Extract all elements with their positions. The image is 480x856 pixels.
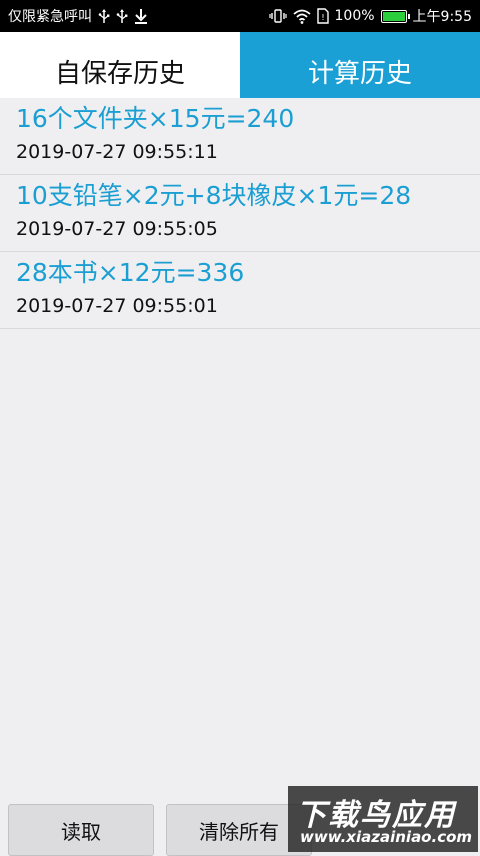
history-expression: 16个文件夹×15元=240 (16, 104, 295, 133)
svg-text:!: ! (321, 13, 324, 22)
usb-icon (98, 8, 110, 24)
wifi-icon (292, 9, 311, 24)
history-timestamp: 2019-07-27 09:55:11 (16, 141, 218, 163)
vibrate-icon (268, 8, 287, 24)
list-item[interactable]: 16个文件夹×15元=240 2019-07-27 09:55:11 (0, 98, 480, 175)
download-icon (134, 8, 148, 24)
status-bar-left: 仅限紧急呼叫 (8, 0, 148, 32)
sim-icon: ! (316, 8, 329, 24)
history-timestamp: 2019-07-27 09:55:01 (16, 295, 218, 317)
battery-icon (380, 9, 410, 23)
list-item[interactable]: 10支铅笔×2元+8块橡皮×1元=28 2019-07-27 09:55:05 (0, 175, 480, 252)
clock: 上午9:55 (412, 9, 472, 25)
history-list: 16个文件夹×15元=240 2019-07-27 09:55:11 10支铅笔… (0, 98, 480, 329)
watermark-logo: 下载鸟应用 www.xiazainiao.com (288, 786, 478, 852)
carrier-text: 仅限紧急呼叫 (8, 9, 92, 25)
watermark-url: www.xiazainiao.com (300, 828, 473, 846)
list-item[interactable]: 28本书×12元=336 2019-07-27 09:55:01 (0, 252, 480, 329)
history-expression: 28本书×12元=336 (16, 258, 245, 287)
battery-fill (382, 11, 405, 21)
usb-icon (116, 8, 128, 24)
battery-percent: 100% (334, 8, 375, 24)
status-bar: 仅限紧急呼叫 ! 100% 上午9:55 (0, 0, 480, 32)
status-bar-right: ! 100% 上午9:55 (268, 0, 472, 32)
history-timestamp: 2019-07-27 09:55:05 (16, 218, 218, 240)
tab-saved-history[interactable]: 自保存历史 (0, 32, 240, 98)
tab-bar: 自保存历史 计算历史 (0, 32, 480, 98)
history-expression: 10支铅笔×2元+8块橡皮×1元=28 (16, 181, 412, 210)
tab-calculation-history[interactable]: 计算历史 (240, 32, 480, 98)
read-button[interactable]: 读取 (8, 804, 154, 856)
